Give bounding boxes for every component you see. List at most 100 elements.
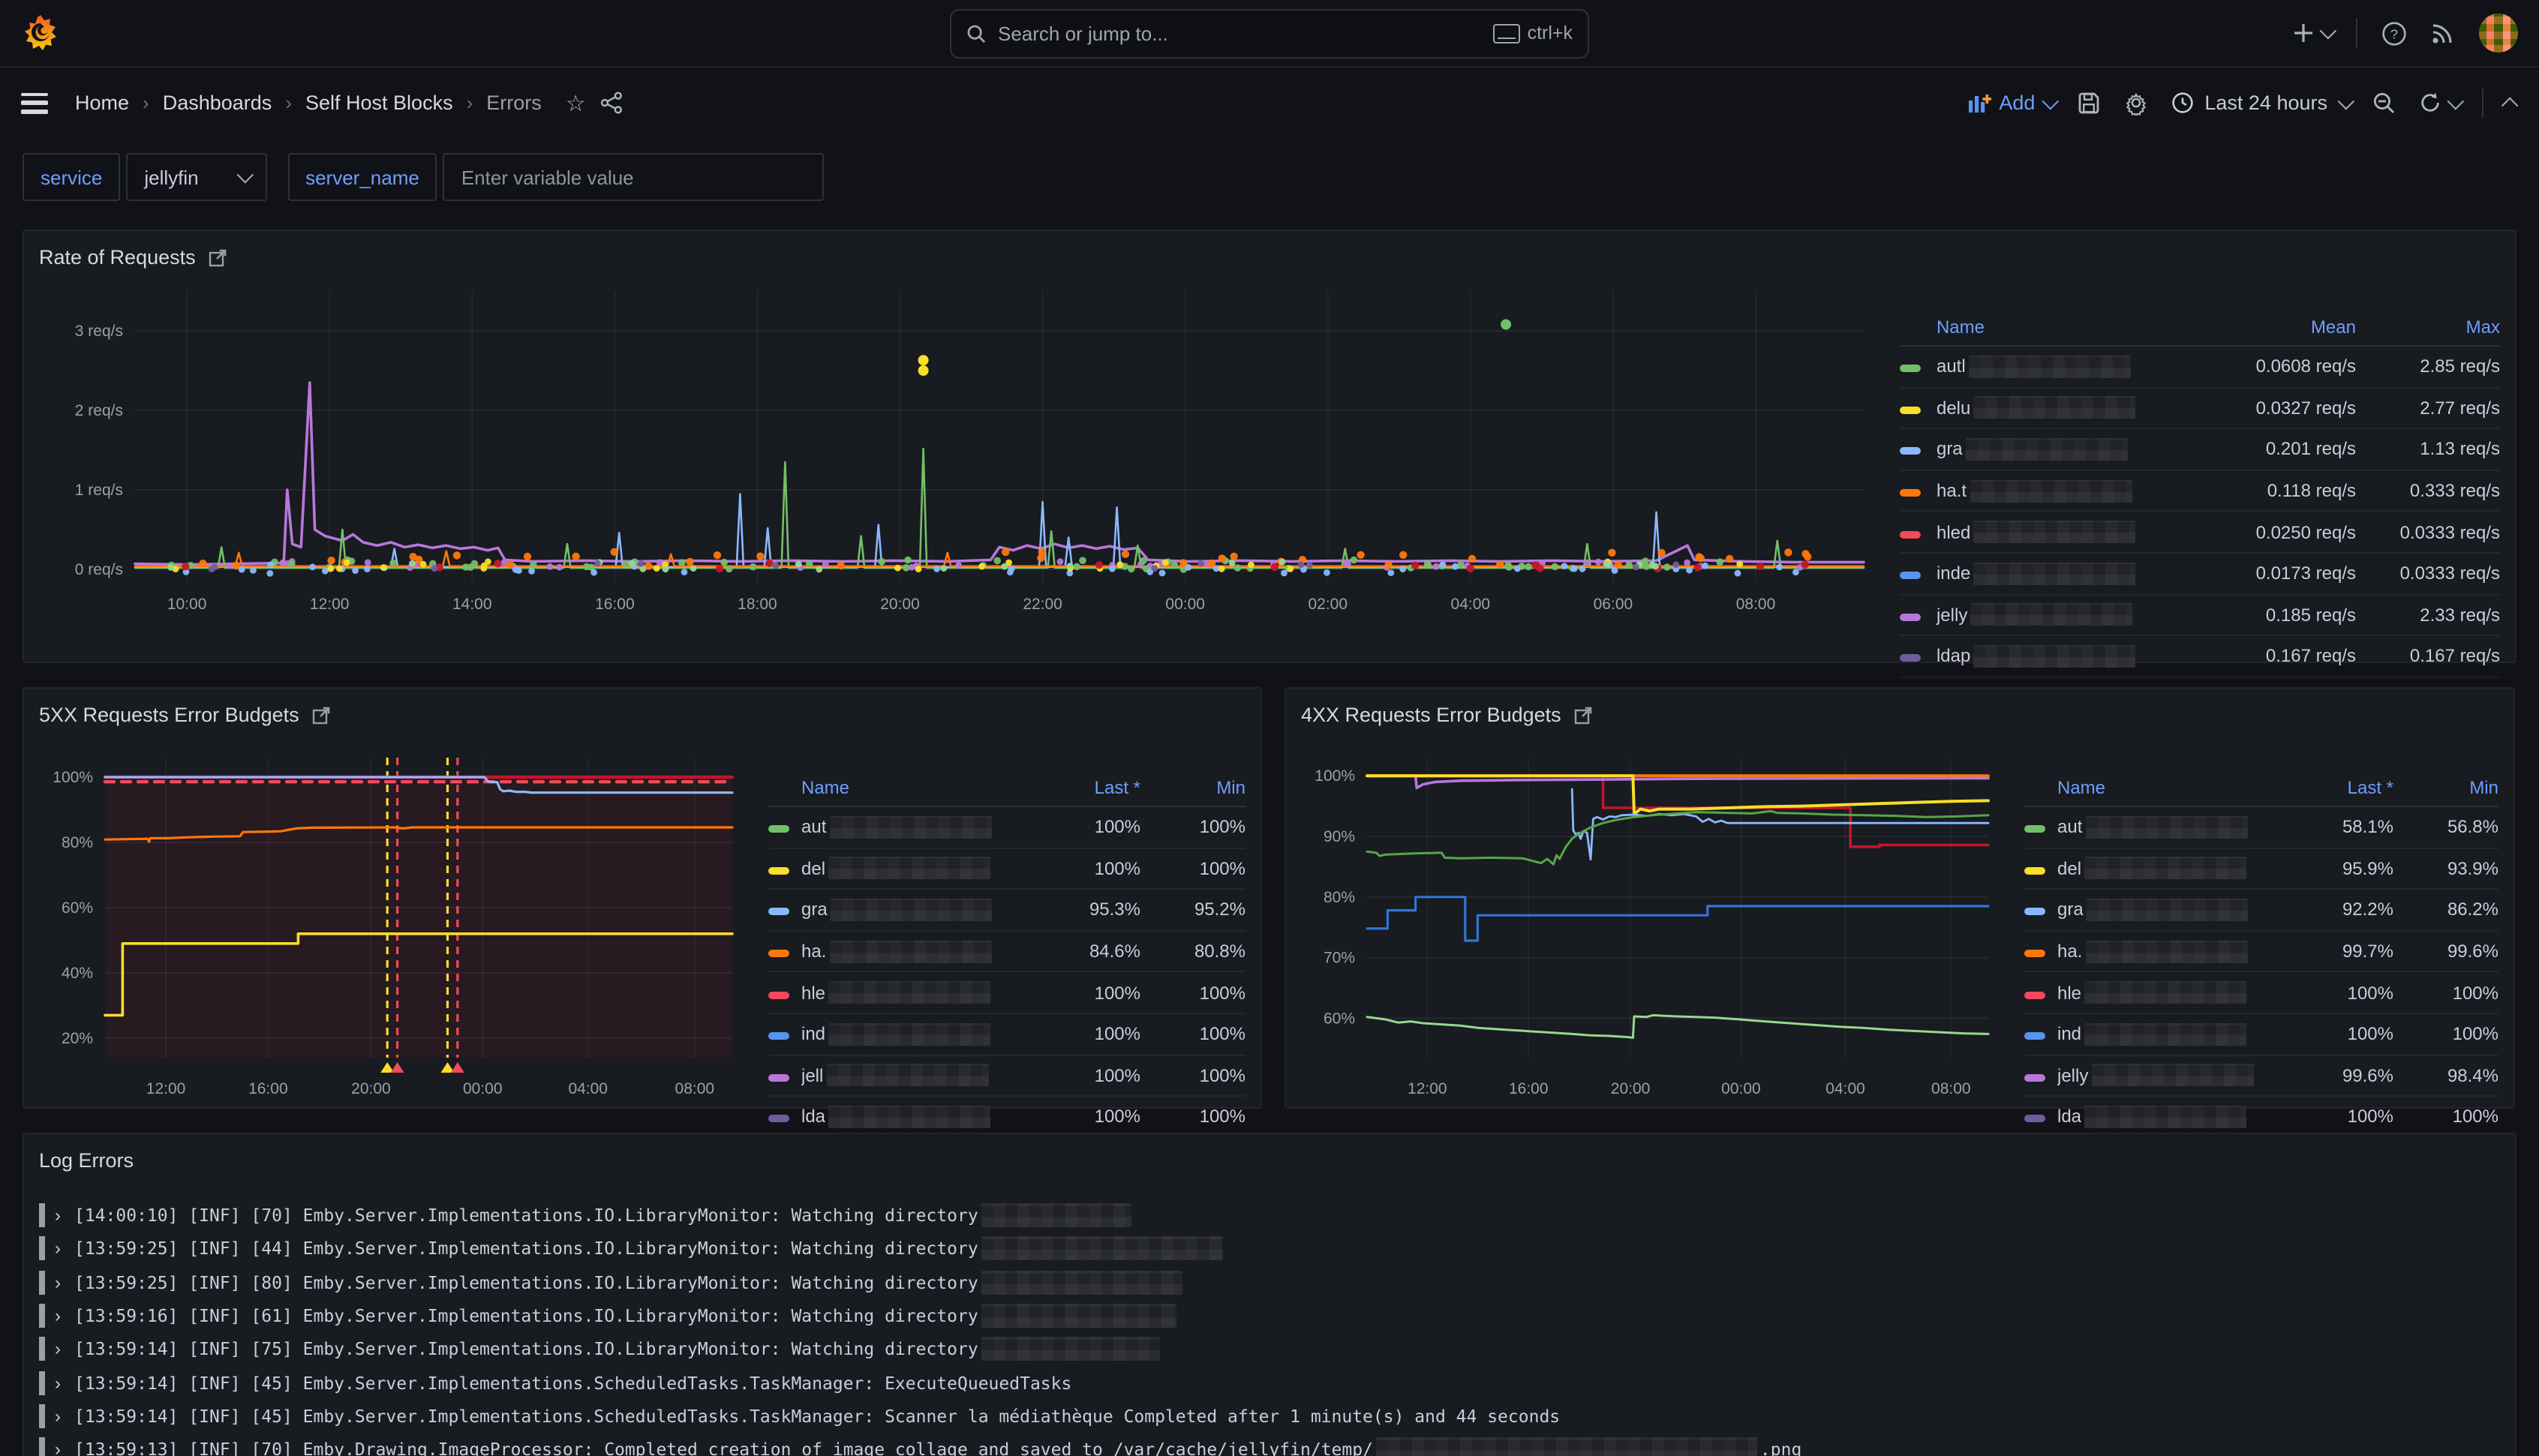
series-name[interactable]: ha.t: [1937, 479, 2188, 502]
legend-row[interactable]: hle 100% 100%: [2024, 973, 2498, 1014]
collapse-toolbar-icon[interactable]: [2501, 97, 2519, 114]
series-name[interactable]: hle: [801, 981, 1020, 1004]
series-name[interactable]: lda: [801, 1106, 1020, 1128]
expand-log-chevron-icon[interactable]: ›: [55, 1339, 61, 1360]
series-name[interactable]: delu: [1937, 397, 2188, 419]
series-name[interactable]: ind: [801, 1023, 1020, 1046]
refresh-button[interactable]: [2419, 92, 2459, 114]
legend-row[interactable]: inde 0.0173 req/s 0.0333 req/s: [1900, 554, 2500, 595]
legend-row[interactable]: del 100% 100%: [768, 848, 1245, 890]
legend-row[interactable]: ha. 99.7% 99.6%: [2024, 932, 2498, 973]
series-name[interactable]: aut: [2057, 816, 2273, 839]
log-line[interactable]: › [13:59:16] [INF] [61] Emby.Server.Impl…: [39, 1299, 2500, 1333]
legend-header-name[interactable]: Name: [2057, 777, 2273, 798]
series-name[interactable]: autl: [1937, 356, 2188, 378]
series-name[interactable]: jelly: [2057, 1064, 2273, 1087]
legend-row[interactable]: gra 92.2% 86.2%: [2024, 890, 2498, 931]
news-rss-button[interactable]: [2431, 21, 2455, 45]
legend-row[interactable]: delu 0.0327 req/s 2.77 req/s: [1900, 388, 2500, 429]
4xx-error-budget-chart[interactable]: 12:0016:0020:0000:0004:0008:0060%70%80%9…: [1301, 734, 2009, 1109]
legend-row[interactable]: jelly 0.185 req/s 2.33 req/s: [1900, 595, 2500, 636]
legend-header-min[interactable]: Min: [2393, 777, 2498, 798]
favorite-star-icon[interactable]: ☆: [566, 89, 586, 116]
series-name[interactable]: jell: [801, 1064, 1020, 1087]
log-line[interactable]: › [13:59:13] [INF] [70] Emby.Drawing.Ima…: [39, 1433, 2500, 1456]
log-line[interactable]: › [13:59:14] [INF] [45] Emby.Server.Impl…: [39, 1366, 2500, 1400]
series-name[interactable]: gra: [2057, 899, 2273, 921]
time-range-picker[interactable]: Last 24 hours: [2171, 92, 2350, 114]
legend-row[interactable]: gra 0.201 req/s 1.13 req/s: [1900, 429, 2500, 470]
expand-log-chevron-icon[interactable]: ›: [55, 1238, 61, 1259]
series-name[interactable]: hle: [2057, 981, 2273, 1004]
rate-of-requests-chart[interactable]: 10:0012:0014:0016:0018:0020:0022:0000:00…: [39, 276, 1882, 624]
series-name[interactable]: ha.: [2057, 940, 2273, 962]
user-avatar[interactable]: [2479, 14, 2518, 53]
legend-row[interactable]: aut 58.1% 56.8%: [2024, 807, 2498, 848]
log-line[interactable]: › [13:59:14] [INF] [45] Emby.Server.Impl…: [39, 1400, 2500, 1433]
help-button[interactable]: ?: [2381, 20, 2407, 46]
search-input[interactable]: Search or jump to... ctrl+k: [950, 8, 1589, 58]
legend-row[interactable]: ha.t 0.118 req/s 0.333 req/s: [1900, 471, 2500, 512]
legend-header-max[interactable]: Max: [2356, 317, 2500, 338]
legend-row[interactable]: ha. 84.6% 80.8%: [768, 932, 1245, 973]
log-line[interactable]: › [14:00:10] [INF] [70] Emby.Server.Impl…: [39, 1199, 2500, 1232]
menu-toggle-icon[interactable]: [21, 92, 48, 113]
legend-header-min[interactable]: Min: [1140, 777, 1245, 798]
legend-row[interactable]: hle 100% 100%: [768, 973, 1245, 1014]
legend-header-mean[interactable]: Mean: [2188, 317, 2356, 338]
series-name[interactable]: gra: [801, 899, 1020, 921]
panel-header[interactable]: Log Errors: [39, 1142, 2500, 1179]
share-icon[interactable]: [601, 92, 623, 114]
series-name[interactable]: jelly: [1937, 604, 2188, 626]
series-name[interactable]: del: [801, 857, 1020, 880]
series-name[interactable]: del: [2057, 857, 2273, 880]
series-name[interactable]: inde: [1937, 563, 2188, 585]
legend-header-name[interactable]: Name: [1937, 317, 2188, 338]
series-name[interactable]: hled: [1937, 521, 2188, 543]
legend-header-last[interactable]: Last *: [1020, 777, 1140, 798]
breadcrumb-dashboards[interactable]: Dashboards: [163, 92, 272, 114]
breadcrumb-self-host-blocks[interactable]: Self Host Blocks: [305, 92, 453, 114]
log-line[interactable]: › [13:59:25] [INF] [80] Emby.Server.Impl…: [39, 1265, 2500, 1299]
expand-log-chevron-icon[interactable]: ›: [55, 1406, 61, 1427]
dashboard-settings-button[interactable]: [2123, 90, 2149, 116]
legend-row[interactable]: autl 0.0608 req/s 2.85 req/s: [1900, 347, 2500, 388]
breadcrumb-home[interactable]: Home: [75, 92, 129, 114]
series-name[interactable]: gra: [1937, 438, 2188, 461]
panel-header[interactable]: 5XX Requests Error Budgets: [39, 696, 1245, 734]
legend-header-name[interactable]: Name: [801, 777, 1020, 798]
series-name[interactable]: ind: [2057, 1023, 2273, 1046]
external-link-icon[interactable]: [313, 706, 331, 724]
legend-row[interactable]: ldap 0.167 req/s 0.167 req/s: [1900, 636, 2500, 677]
legend-row[interactable]: ind 100% 100%: [2024, 1014, 2498, 1055]
series-name[interactable]: ha.: [801, 940, 1020, 962]
legend-row[interactable]: hled 0.0250 req/s 0.0333 req/s: [1900, 512, 2500, 554]
legend-row[interactable]: jelly 99.6% 98.4%: [2024, 1055, 2498, 1097]
expand-log-chevron-icon[interactable]: ›: [55, 1372, 61, 1393]
legend-row[interactable]: gra 95.3% 95.2%: [768, 890, 1245, 931]
new-create-button[interactable]: [2293, 23, 2332, 44]
grafana-logo[interactable]: [21, 14, 60, 53]
server-name-variable-input[interactable]: Enter variable value: [443, 153, 825, 201]
zoom-out-button[interactable]: [2372, 91, 2396, 115]
legend-row[interactable]: ind 100% 100%: [768, 1014, 1245, 1055]
service-variable-select[interactable]: jellyfin: [126, 153, 266, 201]
expand-log-chevron-icon[interactable]: ›: [55, 1439, 61, 1456]
expand-log-chevron-icon[interactable]: ›: [55, 1271, 61, 1292]
expand-log-chevron-icon[interactable]: ›: [55, 1305, 61, 1326]
series-name[interactable]: lda: [2057, 1106, 2273, 1128]
expand-log-chevron-icon[interactable]: ›: [55, 1205, 61, 1226]
5xx-error-budget-chart[interactable]: 12:0016:0020:0000:0004:0008:0020%40%60%8…: [39, 734, 753, 1109]
external-link-icon[interactable]: [209, 248, 227, 266]
panel-header[interactable]: Rate of Requests: [39, 239, 2500, 276]
legend-row[interactable]: aut 100% 100%: [768, 807, 1245, 848]
series-name[interactable]: aut: [801, 816, 1020, 839]
legend-row[interactable]: del 95.9% 93.9%: [2024, 848, 2498, 890]
panel-header[interactable]: 4XX Requests Error Budgets: [1301, 696, 2498, 734]
series-name[interactable]: ldap: [1937, 645, 2188, 668]
legend-header-last[interactable]: Last *: [2273, 777, 2393, 798]
add-panel-button[interactable]: Add: [1967, 92, 2054, 114]
log-line[interactable]: › [13:59:25] [INF] [44] Emby.Server.Impl…: [39, 1232, 2500, 1266]
legend-row[interactable]: jell 100% 100%: [768, 1055, 1245, 1097]
save-dashboard-button[interactable]: [2077, 91, 2101, 115]
